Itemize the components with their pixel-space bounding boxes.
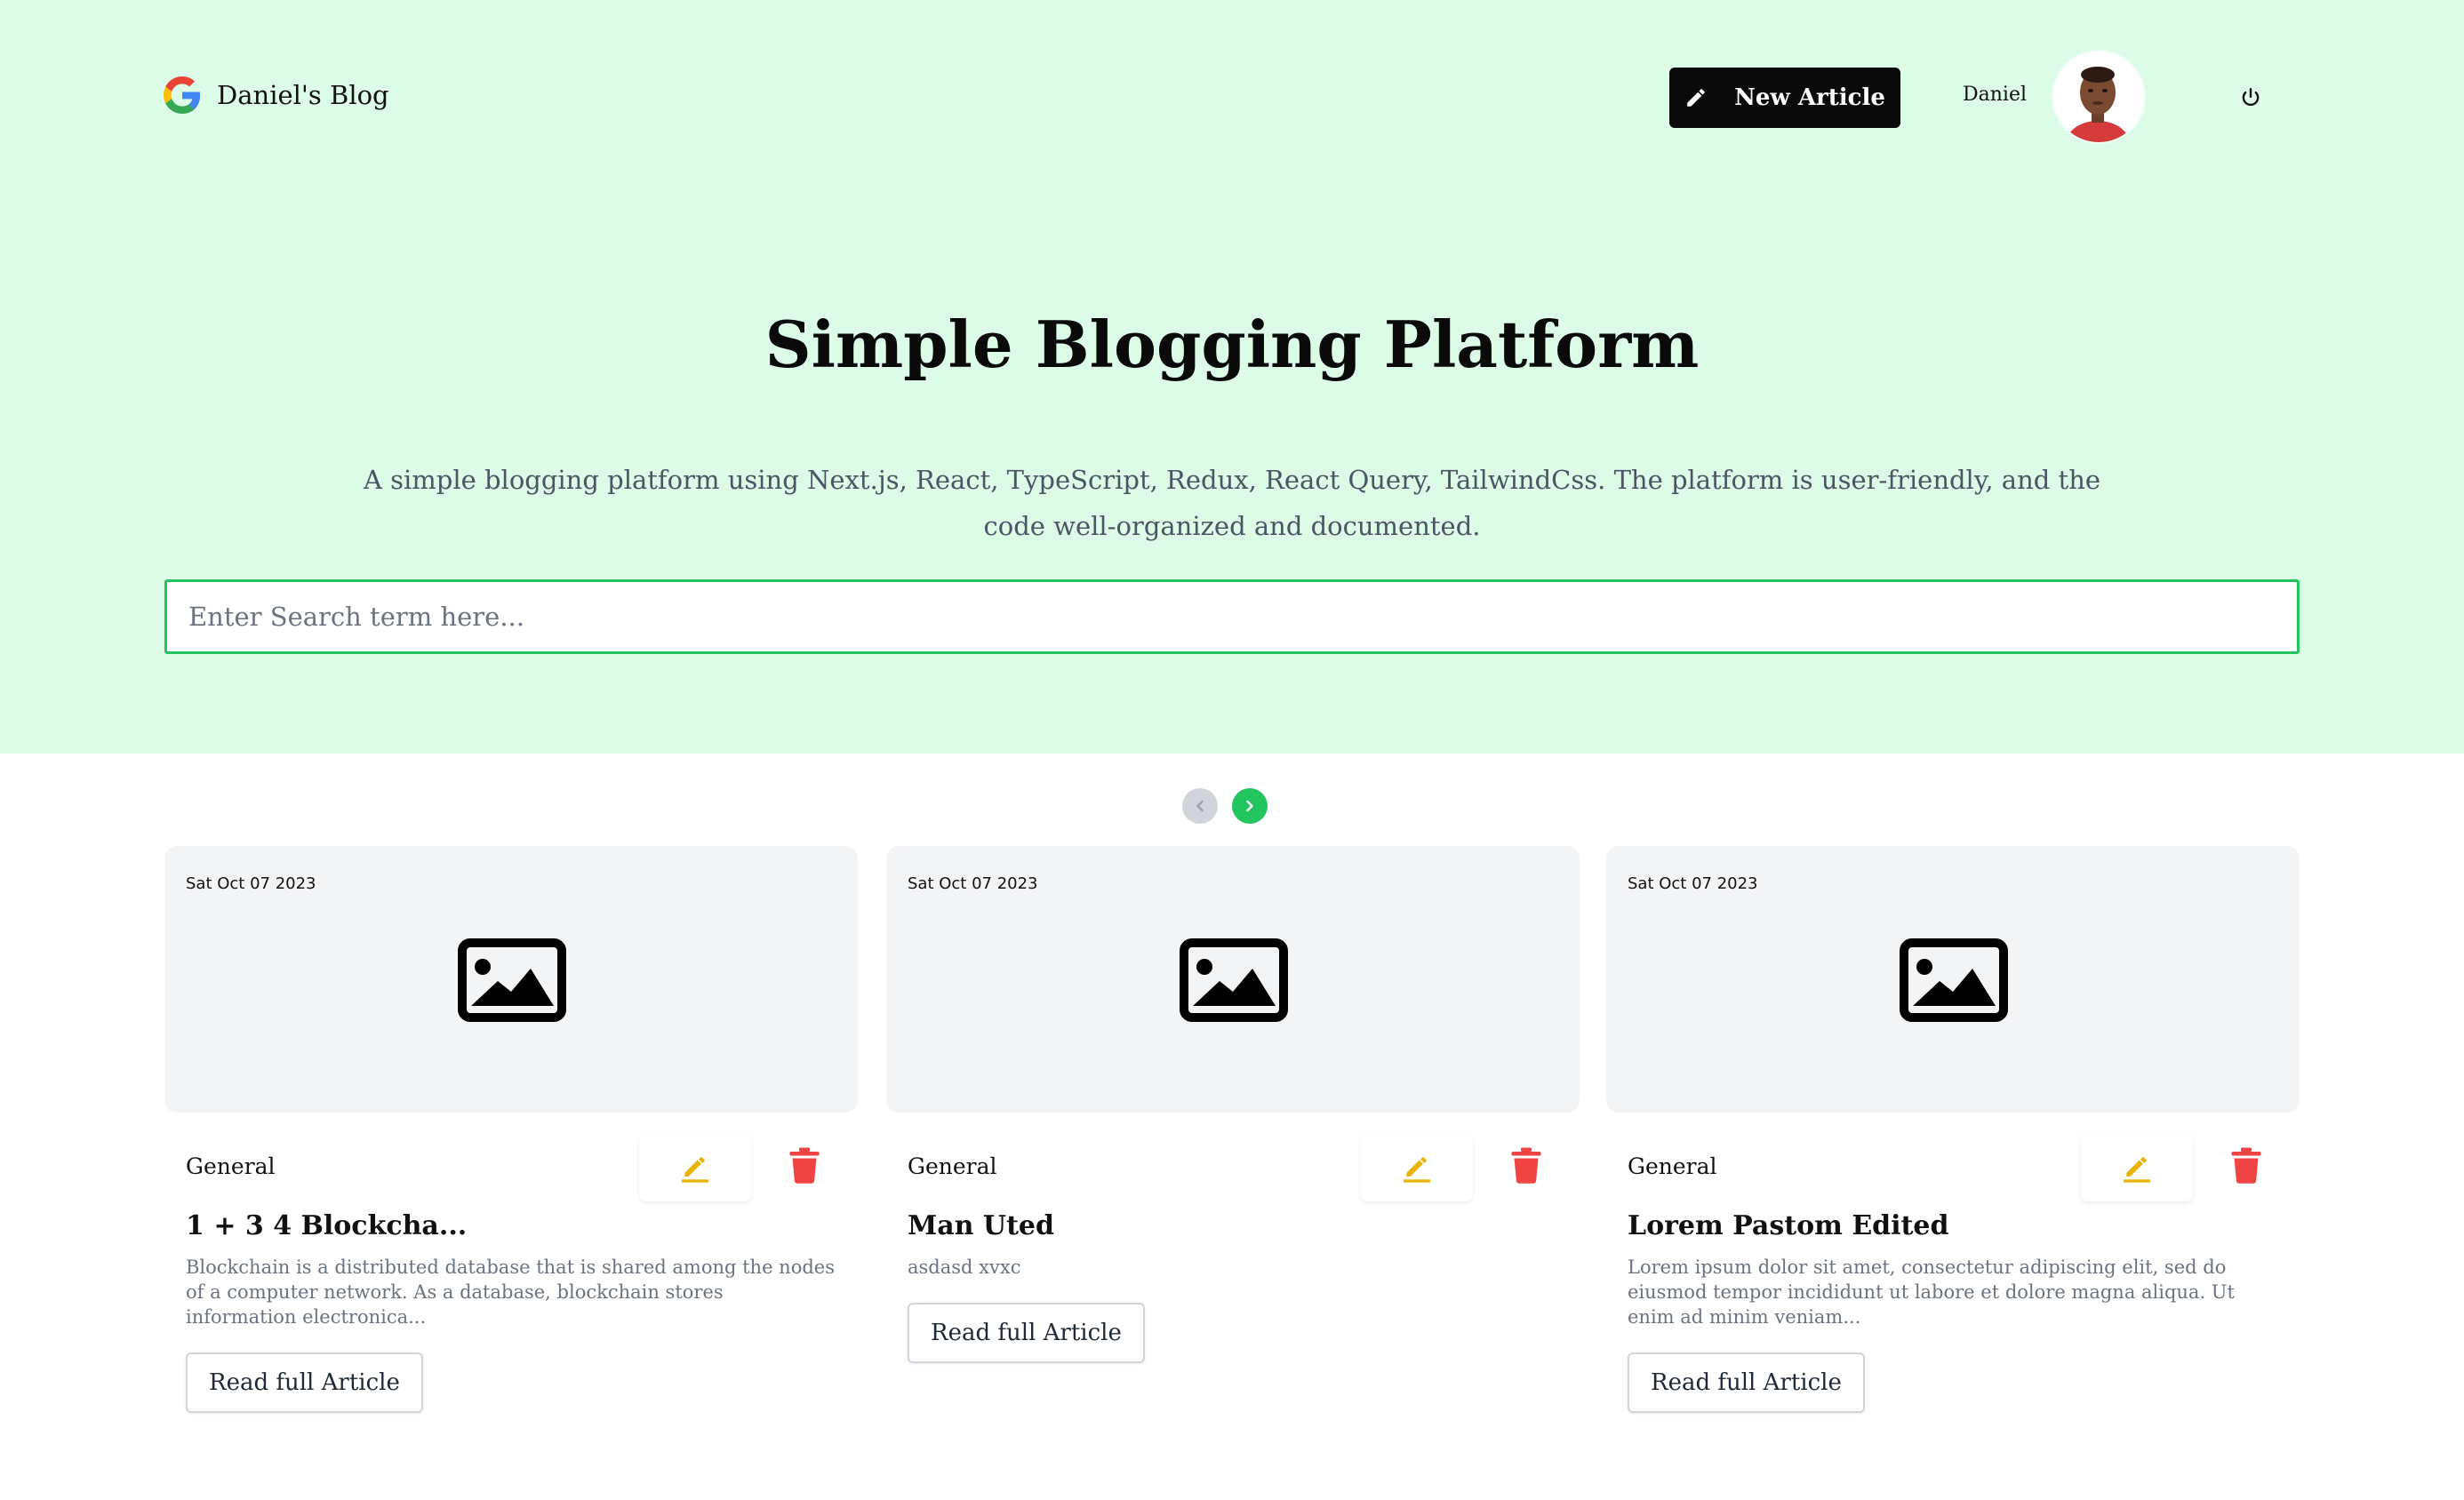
card-image[interactable]: Sat Oct 07 2023 bbox=[164, 846, 858, 1113]
logout-button[interactable] bbox=[2235, 82, 2267, 114]
delete-article-button[interactable] bbox=[787, 1145, 822, 1185]
trash-icon bbox=[788, 1146, 820, 1184]
new-article-label: New Article bbox=[1734, 84, 1885, 111]
power-icon bbox=[2239, 86, 2262, 109]
card-excerpt: Blockchain is a distributed database tha… bbox=[186, 1257, 835, 1328]
card-title: Lorem Pastom Edited bbox=[1628, 1210, 1949, 1241]
pencil-icon bbox=[1684, 86, 1708, 109]
article-card: Sat Oct 07 2023 General 1 + 3 4 Blockcha… bbox=[164, 846, 858, 1432]
card-category: General bbox=[908, 1153, 997, 1179]
edit-article-button[interactable] bbox=[639, 1134, 751, 1201]
card-image[interactable]: Sat Oct 07 2023 bbox=[1606, 846, 2300, 1113]
card-image[interactable]: Sat Oct 07 2023 bbox=[886, 846, 1580, 1113]
read-full-article-button[interactable]: Read full Article bbox=[908, 1303, 1145, 1363]
card-excerpt: asdasd xvxc bbox=[908, 1257, 1021, 1278]
edit-article-button[interactable] bbox=[2081, 1134, 2193, 1201]
google-logo-icon bbox=[164, 76, 201, 114]
read-full-article-button[interactable]: Read full Article bbox=[186, 1352, 423, 1413]
page-description: A simple blogging platform using Next.js… bbox=[363, 465, 2101, 541]
card-date: Sat Oct 07 2023 bbox=[1628, 874, 1758, 893]
brand-name: Daniel's Blog bbox=[217, 80, 389, 110]
new-article-button[interactable]: New Article bbox=[1669, 68, 1900, 128]
trash-icon bbox=[2230, 1146, 2262, 1184]
card-title: Man Uted bbox=[908, 1210, 1054, 1241]
chevron-left-icon bbox=[1191, 797, 1209, 815]
article-card: Sat Oct 07 2023 General Man Uted asdasd … bbox=[886, 846, 1580, 1432]
article-card: Sat Oct 07 2023 General Lorem Pastom Edi… bbox=[1606, 846, 2300, 1432]
card-title: 1 + 3 4 Blockcha... bbox=[186, 1210, 468, 1241]
image-placeholder-icon bbox=[1900, 938, 2008, 1022]
chevron-right-icon bbox=[1241, 797, 1259, 815]
page-title: Simple Blogging Platform bbox=[764, 307, 1700, 382]
brand[interactable]: Daniel's Blog bbox=[164, 76, 389, 114]
user-name: Daniel bbox=[1963, 84, 2028, 106]
image-placeholder-icon bbox=[458, 938, 566, 1022]
card-category: General bbox=[1628, 1153, 1717, 1179]
pencil-underline-icon bbox=[2119, 1150, 2155, 1185]
image-placeholder-icon bbox=[1180, 938, 1288, 1022]
card-category: General bbox=[186, 1153, 276, 1179]
edit-article-button[interactable] bbox=[1361, 1134, 1473, 1201]
delete-article-button[interactable] bbox=[2228, 1145, 2264, 1185]
search-input[interactable] bbox=[164, 579, 2300, 654]
trash-icon bbox=[1510, 1146, 1542, 1184]
card-excerpt: Lorem ipsum dolor sit amet, consectetur … bbox=[1628, 1257, 2235, 1328]
pager-next-button[interactable] bbox=[1232, 788, 1268, 824]
pencil-underline-icon bbox=[1399, 1150, 1435, 1185]
card-date: Sat Oct 07 2023 bbox=[186, 874, 316, 893]
pager-prev-button[interactable] bbox=[1182, 788, 1218, 824]
pencil-underline-icon bbox=[677, 1150, 713, 1185]
avatar[interactable] bbox=[2053, 52, 2144, 142]
read-full-article-button[interactable]: Read full Article bbox=[1628, 1352, 1865, 1413]
delete-article-button[interactable] bbox=[1508, 1145, 1544, 1185]
card-date: Sat Oct 07 2023 bbox=[908, 874, 1038, 893]
hero-section: Daniel's Blog New Article Daniel Simple … bbox=[0, 0, 2464, 754]
